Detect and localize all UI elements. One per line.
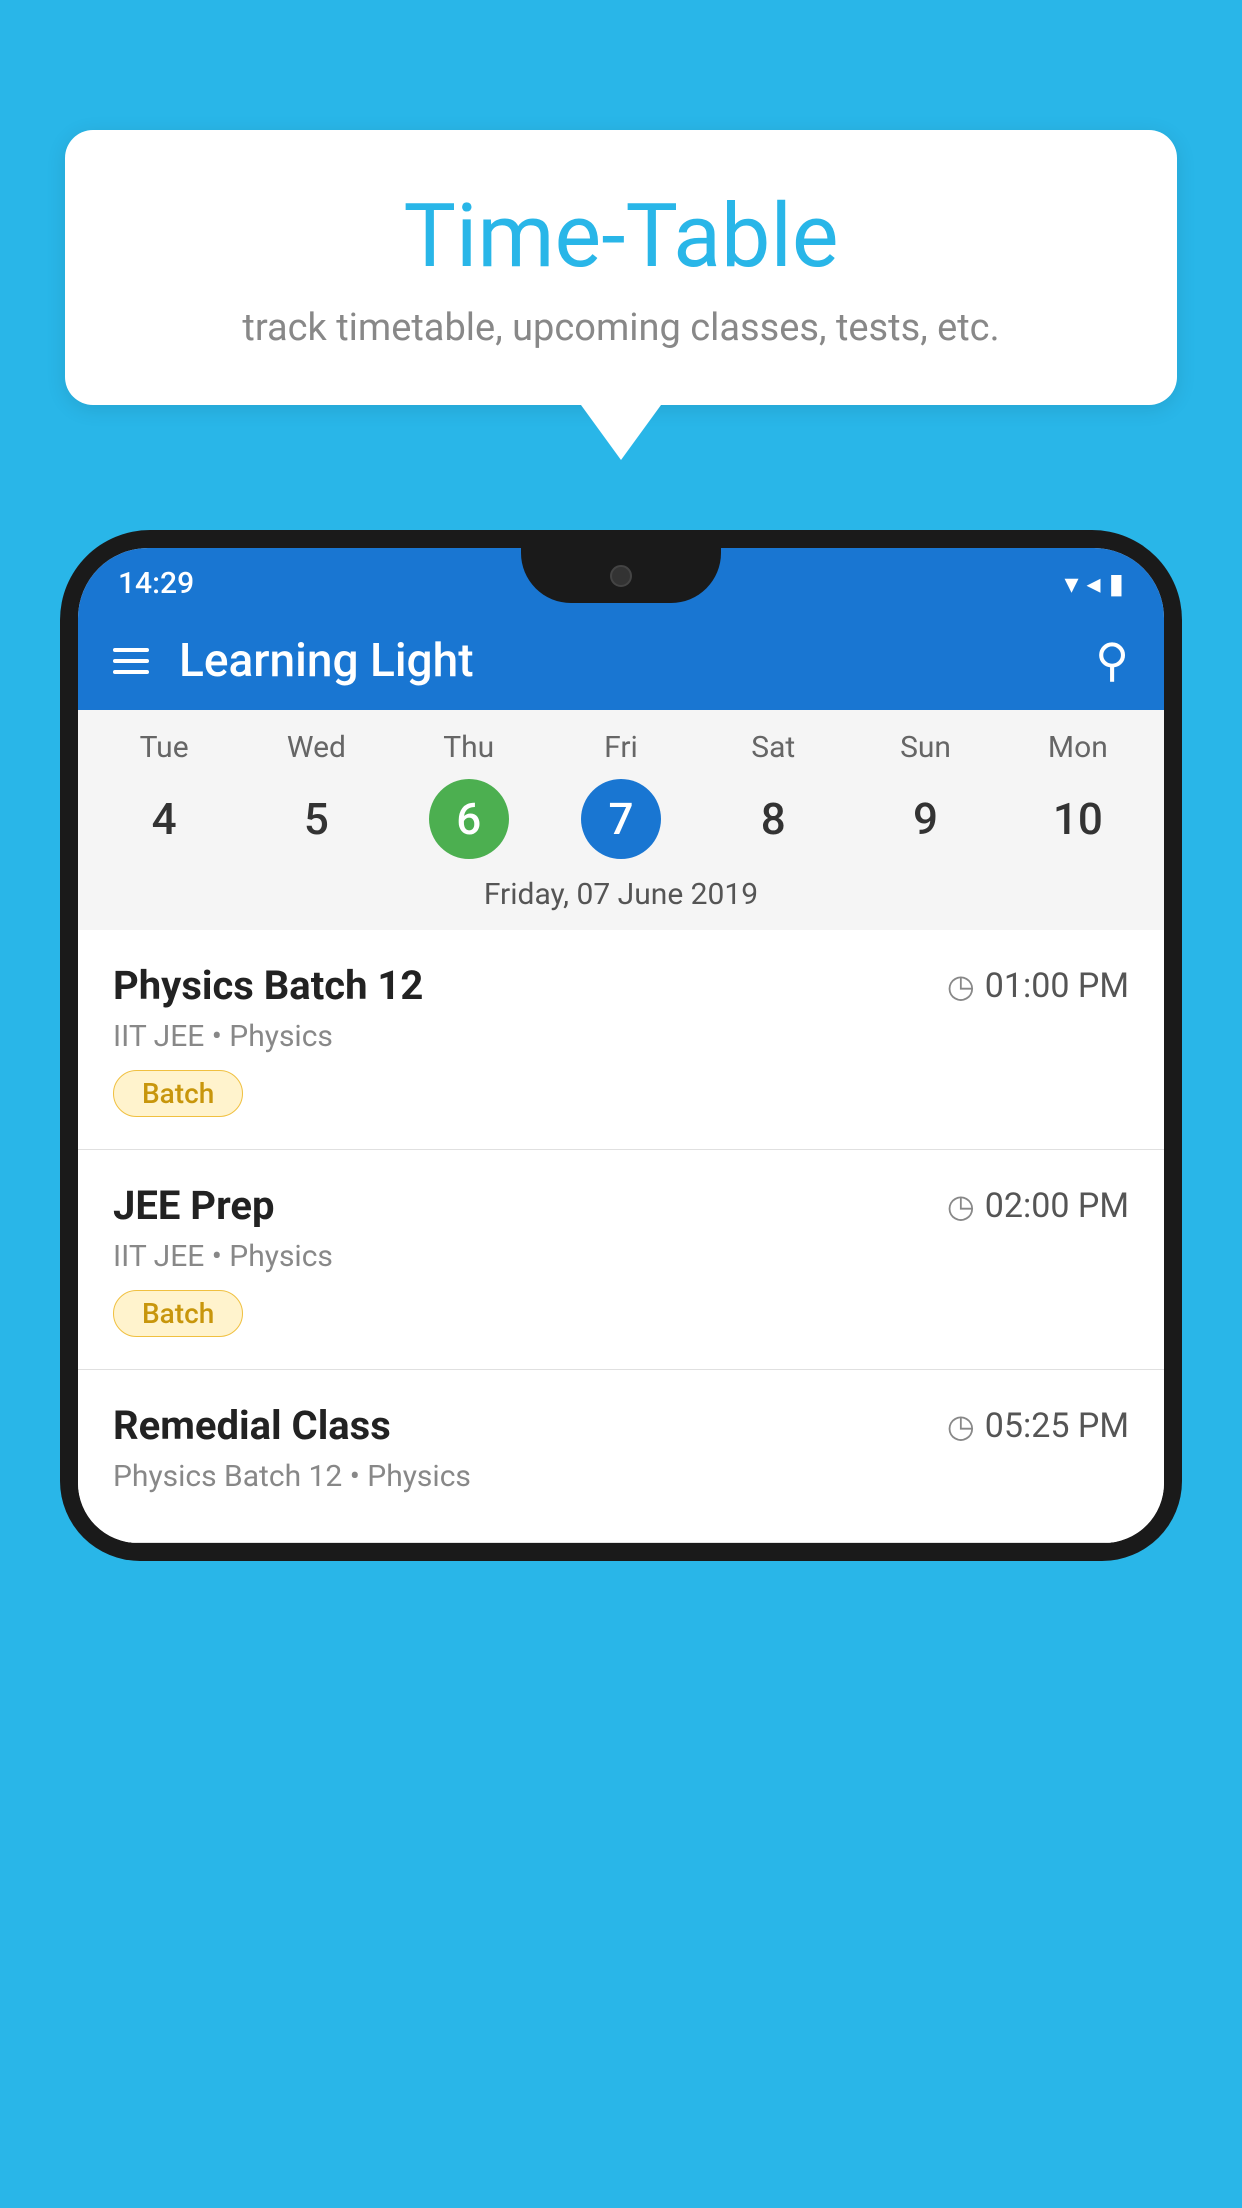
days-row: Tue 4 Wed 5 Thu 6 Fri 7 Sat 8 Sun 9 Mon 10 xyxy=(78,730,1164,859)
battery-icon: ▮ xyxy=(1109,567,1124,600)
schedule-item-0[interactable]: Physics Batch 12 ◷ 01:00 PM IIT JEE • Ph… xyxy=(78,930,1164,1150)
day-col-fri[interactable]: Fri 7 xyxy=(556,730,686,859)
day-col-sun[interactable]: Sun 9 xyxy=(861,730,991,859)
day-col-thu[interactable]: Thu 6 xyxy=(404,730,534,859)
selected-date-label: Friday, 07 June 2019 xyxy=(78,859,1164,930)
schedule-item-header: Physics Batch 12 ◷ 01:00 PM xyxy=(113,962,1129,1009)
bubble-subtitle: track timetable, upcoming classes, tests… xyxy=(125,306,1117,350)
day-name: Fri xyxy=(604,730,638,765)
schedule-item-2[interactable]: Remedial Class ◷ 05:25 PM Physics Batch … xyxy=(78,1370,1164,1543)
schedule-item-subtitle: Physics Batch 12 • Physics xyxy=(113,1459,1129,1494)
day-number[interactable]: 5 xyxy=(276,779,356,859)
bubble-arrow xyxy=(581,405,661,460)
status-icons: ▾ ◂ ▮ xyxy=(1064,567,1124,600)
day-name: Tue xyxy=(140,730,189,765)
camera xyxy=(610,565,632,587)
schedule-item-time: ◷ 02:00 PM xyxy=(947,1186,1129,1226)
schedule-item-title: Remedial Class xyxy=(113,1402,391,1449)
calendar-strip: Tue 4 Wed 5 Thu 6 Fri 7 Sat 8 Sun 9 Mon 10 Friday, 07… xyxy=(78,710,1164,930)
schedule-item-subtitle: IIT JEE • Physics xyxy=(113,1239,1129,1274)
schedule-item-1[interactable]: JEE Prep ◷ 02:00 PM IIT JEE • Physics Ba… xyxy=(78,1150,1164,1370)
day-col-wed[interactable]: Wed 5 xyxy=(251,730,381,859)
schedule-item-title: Physics Batch 12 xyxy=(113,962,423,1009)
phone-inner: 14:29 ▾ ◂ ▮ Learning Light ⚲ Tue4We xyxy=(78,548,1164,1543)
phone-container: 14:29 ▾ ◂ ▮ Learning Light ⚲ Tue4We xyxy=(60,530,1182,2208)
hamburger-menu-button[interactable] xyxy=(113,648,149,674)
day-name: Mon xyxy=(1048,730,1108,765)
signal-icon: ◂ xyxy=(1087,567,1101,600)
schedule-item-time: ◷ 01:00 PM xyxy=(947,966,1129,1006)
batch-tag: Batch xyxy=(113,1290,243,1337)
bubble-title: Time-Table xyxy=(125,185,1117,288)
day-name: Wed xyxy=(287,730,346,765)
day-col-tue[interactable]: Tue 4 xyxy=(99,730,229,859)
clock-icon: ◷ xyxy=(947,967,975,1005)
day-name: Thu xyxy=(443,730,494,765)
day-name: Sat xyxy=(751,730,795,765)
wifi-icon: ▾ xyxy=(1064,567,1078,600)
day-col-sat[interactable]: Sat 8 xyxy=(708,730,838,859)
schedule-item-header: Remedial Class ◷ 05:25 PM xyxy=(113,1402,1129,1449)
time-value: 05:25 PM xyxy=(985,1406,1129,1446)
time-value: 01:00 PM xyxy=(985,966,1129,1006)
status-bar: 14:29 ▾ ◂ ▮ xyxy=(78,548,1164,611)
phone-notch xyxy=(521,548,721,603)
day-number[interactable]: 6 xyxy=(429,779,509,859)
schedule-item-time: ◷ 05:25 PM xyxy=(947,1406,1129,1446)
day-col-mon[interactable]: Mon 10 xyxy=(1013,730,1143,859)
day-number[interactable]: 10 xyxy=(1038,779,1118,859)
app-bar: Learning Light ⚲ xyxy=(78,611,1164,710)
schedule-item-title: JEE Prep xyxy=(113,1182,274,1229)
schedule-item-header: JEE Prep ◷ 02:00 PM xyxy=(113,1182,1129,1229)
batch-tag: Batch xyxy=(113,1070,243,1117)
speech-bubble-section: Time-Table track timetable, upcoming cla… xyxy=(65,130,1177,460)
time-value: 02:00 PM xyxy=(985,1186,1129,1226)
status-time: 14:29 xyxy=(118,566,194,601)
search-icon[interactable]: ⚲ xyxy=(1095,633,1129,688)
phone-outer: 14:29 ▾ ◂ ▮ Learning Light ⚲ Tue4We xyxy=(60,530,1182,1561)
schedule-list: Physics Batch 12 ◷ 01:00 PM IIT JEE • Ph… xyxy=(78,930,1164,1543)
day-number[interactable]: 7 xyxy=(581,779,661,859)
day-number[interactable]: 4 xyxy=(124,779,204,859)
clock-icon: ◷ xyxy=(947,1407,975,1445)
clock-icon: ◷ xyxy=(947,1187,975,1225)
day-number[interactable]: 9 xyxy=(886,779,966,859)
day-number[interactable]: 8 xyxy=(733,779,813,859)
schedule-item-subtitle: IIT JEE • Physics xyxy=(113,1019,1129,1054)
app-title: Learning Light xyxy=(179,634,1065,688)
speech-bubble-card: Time-Table track timetable, upcoming cla… xyxy=(65,130,1177,405)
day-name: Sun xyxy=(900,730,951,765)
